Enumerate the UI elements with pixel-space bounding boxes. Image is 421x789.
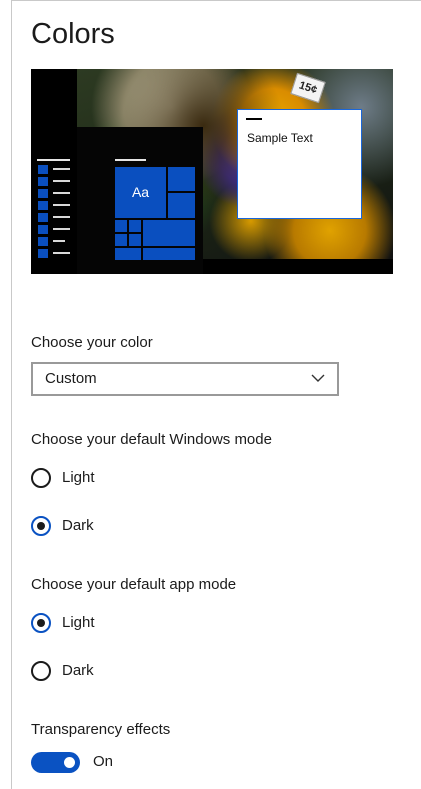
preview-tile	[143, 220, 195, 246]
app-mode-label: Choose your default app mode	[31, 576, 237, 593]
theme-preview: 15¢ Aa Sample Text	[31, 69, 393, 274]
radio-button-checked[interactable]	[31, 613, 51, 633]
chevron-down-icon	[311, 374, 325, 382]
radio-selected-dot	[37, 619, 45, 627]
preview-list-icon	[38, 237, 48, 246]
windows-mode-dark-label: Dark	[62, 517, 94, 534]
preview-tile	[129, 220, 141, 232]
radio-button-checked[interactable]	[31, 516, 51, 536]
preview-list-icon	[38, 213, 48, 222]
preview-menu-header-line	[37, 159, 70, 161]
sample-window-title-bar	[246, 118, 262, 120]
preview-list-icon	[38, 177, 48, 186]
preview-list-text	[53, 168, 70, 170]
preview-list-text	[53, 192, 70, 194]
radio-button-unchecked[interactable]	[31, 468, 51, 488]
preview-list-text	[53, 252, 70, 254]
preview-tile	[115, 248, 141, 260]
preview-list-text	[53, 216, 70, 218]
colors-settings-window: Colors 15¢ Aa Sample Text Choose your co…	[0, 0, 421, 789]
page-title: Colors	[31, 18, 115, 50]
preview-list-text	[53, 180, 70, 182]
preview-list-text	[53, 240, 65, 242]
windows-mode-light-label: Light	[62, 469, 95, 486]
preview-tile	[115, 220, 127, 232]
preview-tile	[115, 234, 127, 246]
app-mode-light-label: Light	[62, 614, 95, 631]
color-dropdown-value: Custom	[45, 370, 97, 387]
preview-list-text	[53, 228, 70, 230]
preview-tile	[143, 248, 195, 260]
transparency-toggle[interactable]	[31, 752, 80, 773]
preview-tiles-header-line	[115, 159, 146, 161]
windows-mode-label: Choose your default Windows mode	[31, 431, 272, 448]
preview-list-icon	[38, 201, 48, 210]
color-dropdown[interactable]: Custom	[31, 362, 339, 396]
preview-list-icon	[38, 249, 48, 258]
transparency-state-label: On	[93, 753, 114, 770]
window-left-border	[11, 0, 12, 789]
transparency-label: Transparency effects	[31, 721, 171, 738]
preview-list-icon	[38, 189, 48, 198]
window-top-border	[11, 0, 421, 1]
preview-tile	[129, 234, 141, 246]
radio-selected-dot	[37, 522, 45, 530]
choose-color-label: Choose your color	[31, 334, 153, 351]
preview-tile	[168, 167, 195, 191]
preview-tile-large: Aa	[115, 167, 166, 218]
toggle-knob	[64, 757, 75, 768]
sample-text: Sample Text	[247, 131, 313, 145]
radio-button-unchecked[interactable]	[31, 661, 51, 681]
preview-list-text	[53, 204, 70, 206]
preview-list-icon	[38, 165, 48, 174]
preview-sample-window: Sample Text	[237, 109, 362, 219]
preview-tile	[168, 193, 195, 218]
preview-list-icon	[38, 225, 48, 234]
app-mode-dark-label: Dark	[62, 662, 94, 679]
